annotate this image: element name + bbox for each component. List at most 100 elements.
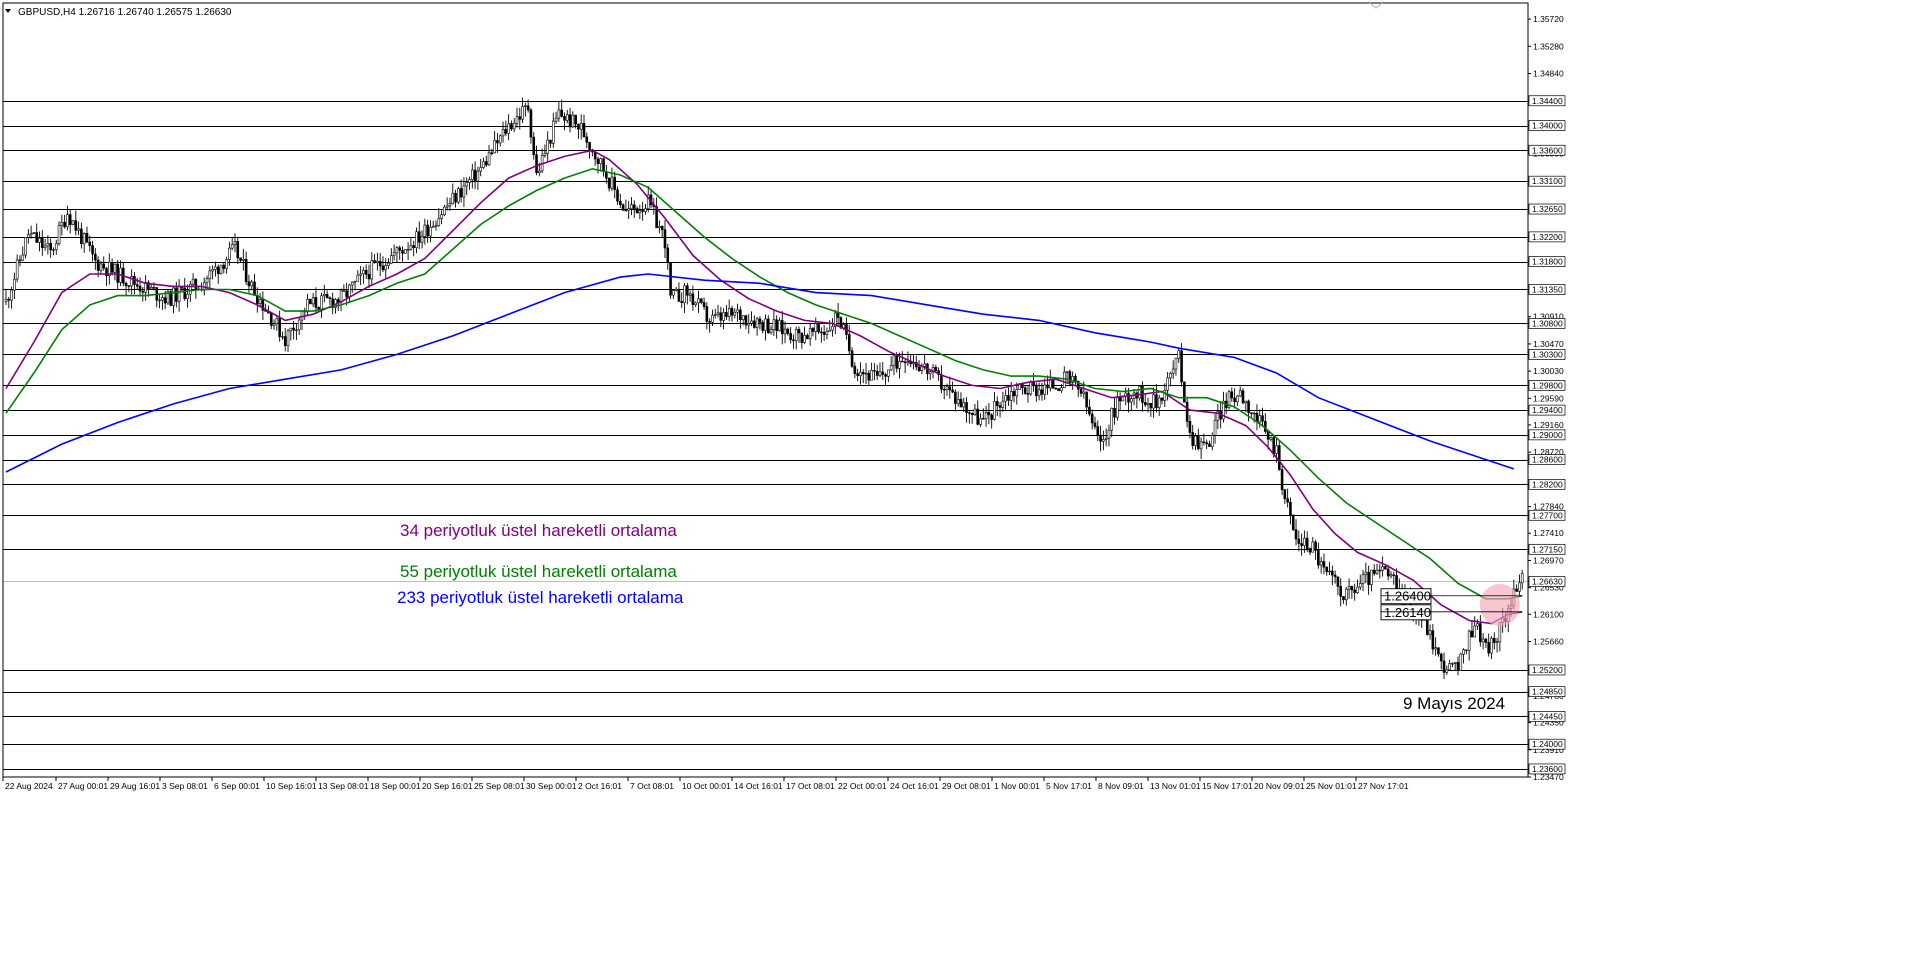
candle-body [191, 278, 195, 285]
y-tick-label: 1.29160 [1533, 420, 1564, 430]
candle-body [797, 329, 801, 334]
candle-body [1470, 630, 1474, 638]
candle-body [1191, 432, 1195, 446]
candle-body [1339, 586, 1343, 597]
candle-body [518, 116, 522, 120]
candle-body [1116, 397, 1119, 418]
candle-body [1495, 641, 1499, 643]
candle-body [529, 109, 533, 138]
candle-body [362, 269, 365, 275]
candle-body [727, 308, 731, 317]
candle-body [599, 158, 603, 164]
candle-body [1356, 586, 1359, 593]
candle-body [1007, 395, 1010, 401]
x-tick-label: 30 Sep 00:01 [526, 781, 577, 791]
candle-body [638, 210, 642, 214]
candle-body [381, 265, 385, 271]
level-price-label: 1.24850 [1532, 687, 1563, 697]
candle-body [619, 200, 622, 205]
candle-body [688, 293, 692, 296]
level-price-label: 1.24000 [1532, 739, 1563, 749]
candle-body [895, 355, 899, 369]
candle-body [769, 329, 773, 333]
annotation-text: 9 Mayıs 2024 [1403, 694, 1505, 713]
candle-body [1194, 435, 1197, 446]
candle-body [504, 129, 508, 134]
candle-body [473, 169, 477, 182]
candle-body [1479, 623, 1482, 643]
candle-body [387, 262, 390, 266]
candle-body [859, 372, 862, 376]
candle-body [792, 339, 795, 342]
candle-body [1157, 397, 1161, 408]
candle-body [68, 214, 72, 225]
candle-body [141, 290, 145, 293]
candle-body [1453, 662, 1457, 664]
candle-body [624, 209, 628, 212]
candle-body [468, 179, 471, 183]
candle-body [934, 367, 938, 372]
candle-body [892, 355, 896, 366]
candle-body [85, 232, 89, 243]
candle-body [501, 129, 505, 137]
candle-body [1110, 407, 1114, 431]
candle-body [459, 188, 463, 198]
x-tick-label: 29 Aug 16:01 [110, 781, 160, 791]
candle-body [1138, 385, 1141, 399]
candle-body [672, 290, 675, 296]
x-tick-label: 29 Oct 08:01 [942, 781, 991, 791]
candle-body [1160, 397, 1164, 401]
candle-body [1389, 574, 1393, 577]
candle-body [778, 320, 781, 331]
candle-body [395, 247, 399, 254]
x-tick-label: 3 Sep 08:01 [162, 781, 208, 791]
candle-body [1303, 537, 1306, 546]
candle-body [736, 309, 739, 313]
candle-body [306, 298, 309, 313]
candle-body [1314, 541, 1317, 551]
candle-body [1297, 538, 1301, 544]
candle-body [219, 264, 223, 275]
candle-body [437, 218, 441, 227]
candle-body [7, 298, 11, 301]
candle-body [507, 123, 510, 134]
candle-body [244, 258, 248, 283]
candle-body [666, 247, 670, 263]
candle-body [1286, 498, 1289, 503]
candle-body [286, 330, 290, 347]
candle-body [772, 319, 776, 330]
level-price-label: 1.30800 [1532, 318, 1563, 328]
level-price-label: 1.27150 [1532, 544, 1563, 554]
candle-body [861, 372, 865, 375]
candle-body [401, 249, 404, 254]
y-tick-label: 1.30470 [1533, 339, 1564, 349]
candle-body [1269, 437, 1273, 440]
candle-body [602, 158, 605, 172]
candle-body [794, 329, 798, 342]
candle-body [1328, 570, 1331, 573]
candle-body [806, 335, 809, 340]
candle-body [755, 318, 759, 328]
candle-body [884, 374, 887, 377]
candle-body [63, 222, 66, 228]
candle-body [1026, 393, 1030, 395]
level-price-label: 1.25200 [1532, 665, 1563, 675]
candle-body [328, 297, 332, 300]
candle-body [487, 152, 491, 166]
candle-body [278, 318, 281, 337]
candle-body [923, 363, 926, 367]
price-chart[interactable]: 1.264001.26140 34 periyotluk üstel harek… [0, 0, 1920, 976]
candle-body [512, 122, 516, 130]
candle-body [1481, 638, 1485, 643]
candle-body [705, 306, 709, 322]
x-tick-label: 1 Nov 00:01 [994, 781, 1040, 791]
candle-body [1143, 402, 1147, 406]
y-tick-label: 1.27410 [1533, 528, 1564, 538]
x-tick-label: 15 Nov 17:01 [1202, 781, 1253, 791]
candle-body [295, 329, 298, 331]
candle-body [1291, 514, 1295, 530]
candle-body [607, 177, 611, 189]
x-tick-label: 8 Nov 09:01 [1098, 781, 1144, 791]
candle-body [1096, 426, 1100, 436]
candle-body [820, 331, 823, 334]
